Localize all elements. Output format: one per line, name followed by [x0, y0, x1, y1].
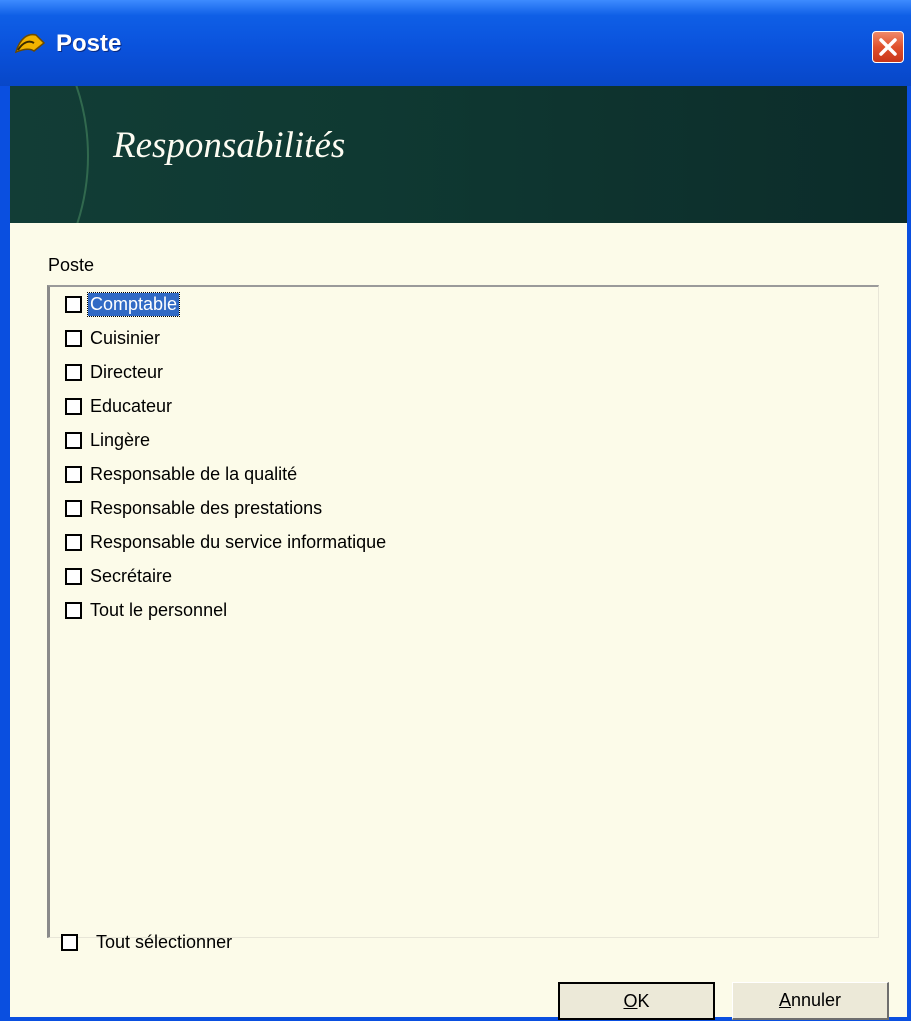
- checkbox[interactable]: [65, 601, 82, 619]
- select-all-label: Tout sélectionner: [96, 932, 233, 952]
- checkbox[interactable]: [65, 567, 82, 585]
- poste-group-label: Poste: [48, 255, 95, 275]
- ok-mnemonic: O: [623, 990, 638, 1011]
- list-item-educateur[interactable]: Educateur: [65, 391, 174, 421]
- list-item-responsable-prestations[interactable]: Responsable des prestations: [65, 493, 324, 523]
- list-item-responsable-qualite[interactable]: Responsable de la qualité: [65, 459, 299, 489]
- list-item-label: Cuisinier: [90, 327, 161, 348]
- checkbox[interactable]: [65, 329, 82, 347]
- list-item-label: Responsable de la qualité: [90, 463, 298, 484]
- checkbox[interactable]: [65, 465, 82, 483]
- list-item-cuisinier[interactable]: Cuisinier: [65, 323, 162, 353]
- page-title: Responsabilités: [113, 125, 346, 166]
- list-item-label: Lingère: [90, 429, 151, 450]
- title-bar[interactable]: Poste: [0, 0, 911, 86]
- banner-arc-decoration: [75, 86, 89, 223]
- list-item-secretaire[interactable]: Secrétaire: [65, 561, 174, 591]
- list-item-label: Educateur: [90, 395, 173, 416]
- window-title: Poste: [56, 30, 122, 57]
- checkbox[interactable]: [65, 363, 82, 381]
- checkbox[interactable]: [65, 397, 82, 415]
- list-item-tout-le-personnel[interactable]: Tout le personnel: [65, 595, 229, 625]
- checkbox[interactable]: [65, 431, 82, 449]
- app-logo-icon: [14, 30, 48, 56]
- checkbox[interactable]: [65, 499, 82, 517]
- cancel-button[interactable]: Annuler: [732, 982, 889, 1020]
- list-item-label: Directeur: [90, 361, 164, 382]
- list-item-lingere[interactable]: Lingère: [65, 425, 152, 455]
- dialog-window: Poste Responsabilités Poste Comptable Cu…: [0, 0, 911, 1021]
- list-item-label: Responsable du service informatique: [90, 531, 387, 552]
- poste-checklist[interactable]: Comptable Cuisinier Directeur Educateur …: [47, 285, 879, 938]
- list-item-label: Secrétaire: [90, 565, 173, 586]
- checkbox[interactable]: [65, 533, 82, 551]
- list-item-directeur[interactable]: Directeur: [65, 357, 165, 387]
- list-item-responsable-informatique[interactable]: Responsable du service informatique: [65, 527, 388, 557]
- dialog-client-area: Responsabilités Poste Comptable Cuisinie…: [10, 86, 907, 1020]
- header-banner: Responsabilités: [10, 86, 907, 223]
- ok-label-rest: K: [637, 990, 650, 1011]
- close-button[interactable]: [872, 31, 904, 63]
- list-item-label: Responsable des prestations: [90, 497, 323, 518]
- checkbox[interactable]: [65, 295, 82, 313]
- cancel-mnemonic: A: [778, 990, 791, 1010]
- cancel-label-rest: nnuler: [790, 990, 842, 1010]
- list-item-label: Tout le personnel: [90, 599, 228, 620]
- select-all-checkbox[interactable]: [61, 934, 78, 951]
- close-icon: [879, 38, 897, 56]
- select-all-checkbox-row[interactable]: Tout sélectionner: [61, 931, 234, 954]
- ok-button[interactable]: OK: [558, 982, 715, 1020]
- list-item-comptable[interactable]: Comptable: [65, 289, 181, 319]
- list-item-label: Comptable: [86, 291, 181, 317]
